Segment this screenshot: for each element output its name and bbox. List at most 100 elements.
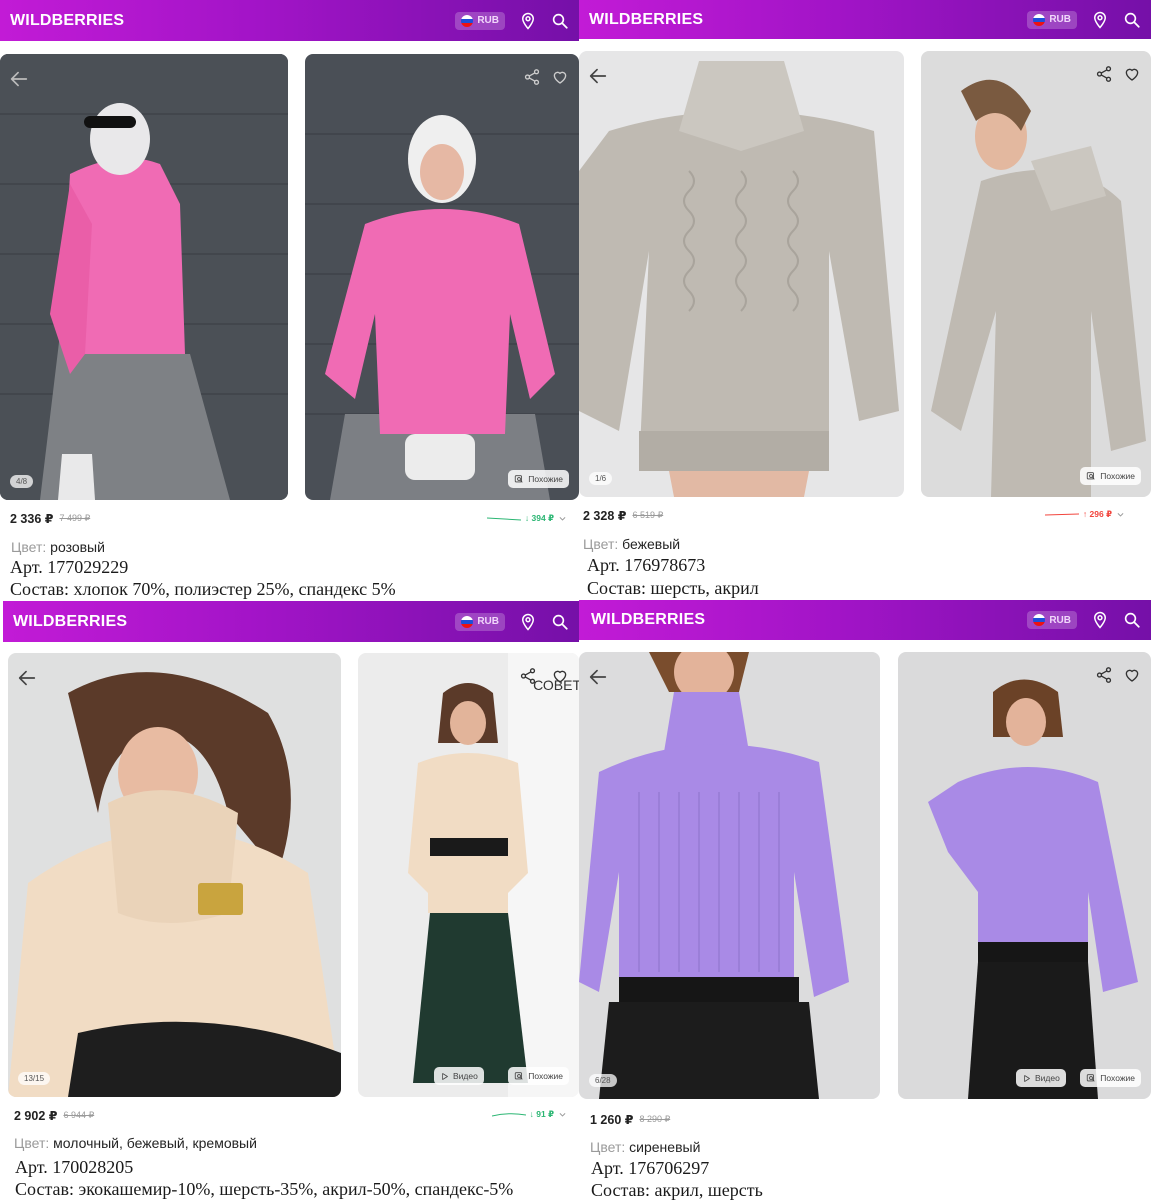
article-number: Арт. 176706297 xyxy=(591,1158,710,1178)
color-line: Цвет: молочный, бежевый, кремовый xyxy=(14,1135,257,1151)
chevron-down-icon xyxy=(1116,510,1125,519)
back-arrow-icon[interactable] xyxy=(587,65,609,87)
price-change: ↓ 91 ₽ xyxy=(529,1109,554,1119)
currency-selector[interactable]: RUB xyxy=(455,11,505,30)
location-icon[interactable] xyxy=(1091,611,1109,629)
overlay-text: СОВЕТ xyxy=(533,677,579,693)
currency-label: RUB xyxy=(477,15,499,26)
product-photo-secondary[interactable]: СОВЕТ Видео Похожие xyxy=(358,653,579,1097)
wildberries-logo[interactable]: WILDBERRIES xyxy=(10,12,124,30)
trend-sparkline xyxy=(486,517,521,520)
heart-icon[interactable] xyxy=(1123,65,1141,83)
color-line: Цвет: розовый xyxy=(11,539,105,555)
wildberries-logo[interactable]: WILDBERRIES xyxy=(589,11,703,29)
similar-button[interactable]: Похожие xyxy=(508,470,569,488)
current-price: 1 260 ₽ xyxy=(590,1112,634,1127)
russia-flag-icon xyxy=(1033,614,1046,626)
currency-selector[interactable]: RUB xyxy=(1027,10,1077,29)
share-icon[interactable] xyxy=(1095,666,1113,684)
photo-cream-sweater-full xyxy=(358,653,579,1097)
currency-label: RUB xyxy=(477,616,499,627)
heart-icon[interactable] xyxy=(1123,666,1141,684)
old-price: 6 944 ₽ xyxy=(63,1109,95,1120)
photo-lilac-sweater-pose xyxy=(898,652,1151,1099)
price-trend[interactable]: ↑ 296 ₽ xyxy=(1044,509,1125,520)
search-icon[interactable] xyxy=(1123,611,1141,629)
back-arrow-icon[interactable] xyxy=(587,666,609,688)
video-button[interactable]: Видео xyxy=(1016,1069,1066,1087)
heart-icon[interactable] xyxy=(551,68,569,86)
photo-pink-sweater-front xyxy=(305,54,579,500)
product-photo-main[interactable]: 6/28 xyxy=(579,652,880,1099)
product-card-cream-sweater: WILDBERRIES RUB 13/15 СОВЕТ Видео Похожи… xyxy=(0,600,579,1200)
similar-button[interactable]: Похожие xyxy=(1080,467,1141,485)
current-price: 2 902 ₽ xyxy=(14,1108,58,1123)
russia-flag-icon xyxy=(461,14,474,27)
trend-sparkline xyxy=(1044,513,1079,515)
product-photo-main[interactable]: 13/15 xyxy=(8,653,341,1097)
photo-counter: 4/8 xyxy=(10,475,34,488)
color-value: розовый xyxy=(50,539,105,555)
color-value: молочный, бежевый, кремовый xyxy=(53,1135,257,1151)
similar-icon xyxy=(1086,471,1096,481)
search-icon[interactable] xyxy=(1123,11,1141,29)
composition: Состав: экокашемир-10%, шерсть-35%, акри… xyxy=(15,1179,514,1199)
article-number: Арт. 176978673 xyxy=(587,555,706,575)
old-price: 8 290 ₽ xyxy=(639,1113,671,1124)
price-row: 1 260 ₽ 8 290 ₽ xyxy=(590,1110,1151,1128)
similar-label: Похожие xyxy=(528,474,563,484)
color-label: Цвет: xyxy=(583,536,619,552)
back-arrow-icon[interactable] xyxy=(8,68,30,90)
product-photo-main[interactable]: 4/8 xyxy=(0,54,288,500)
share-icon[interactable] xyxy=(1095,65,1113,83)
location-icon[interactable] xyxy=(1091,11,1109,29)
chevron-down-icon xyxy=(558,1110,567,1119)
app-header: WILDBERRIES RUB xyxy=(579,0,1151,39)
similar-button[interactable]: Похожие xyxy=(508,1067,569,1085)
share-icon[interactable] xyxy=(523,68,541,86)
currency-selector[interactable]: RUB xyxy=(1027,611,1077,629)
color-line: Цвет: сиреневый xyxy=(590,1139,700,1155)
video-button[interactable]: Видео xyxy=(434,1067,484,1085)
search-icon[interactable] xyxy=(551,12,569,30)
video-label: Видео xyxy=(453,1071,478,1081)
play-icon xyxy=(440,1072,449,1081)
price-change: ↓ 394 ₽ xyxy=(524,513,554,523)
currency-selector[interactable]: RUB xyxy=(455,612,505,631)
location-icon[interactable] xyxy=(519,12,537,30)
wildberries-logo[interactable]: WILDBERRIES xyxy=(13,613,127,631)
location-icon[interactable] xyxy=(519,613,537,631)
similar-icon xyxy=(1086,1073,1096,1083)
play-icon xyxy=(1022,1074,1031,1083)
currency-label: RUB xyxy=(1049,614,1071,626)
photo-cream-sweater-close xyxy=(8,653,341,1097)
photo-pink-sweater-side xyxy=(0,54,288,500)
article-number: Арт. 170028205 xyxy=(15,1157,134,1177)
price-trend[interactable]: ↓ 91 ₽ xyxy=(491,1109,567,1120)
product-photo-secondary[interactable]: Похожие xyxy=(305,54,579,500)
color-value: бежевый xyxy=(622,536,681,552)
composition: Состав: акрил, шерсть xyxy=(591,1180,763,1200)
article-number: Арт. 177029229 xyxy=(10,557,129,577)
product-photo-secondary[interactable]: Видео Похожие xyxy=(898,652,1151,1099)
current-price: 2 328 ₽ xyxy=(583,508,627,523)
back-arrow-icon[interactable] xyxy=(16,667,38,689)
currency-label: RUB xyxy=(1049,14,1071,25)
product-card-pink-sweater: WILDBERRIES RUB 4/8 Похожие 2 336 ₽ 7 49… xyxy=(0,0,579,600)
similar-button[interactable]: Похожие xyxy=(1080,1069,1141,1087)
similar-label: Похожие xyxy=(1100,1073,1135,1083)
russia-flag-icon xyxy=(1033,13,1046,26)
wildberries-logo[interactable]: WILDBERRIES xyxy=(591,611,705,629)
app-header: WILDBERRIES RUB xyxy=(579,600,1151,640)
product-photo-secondary[interactable]: Похожие xyxy=(921,51,1151,497)
search-icon[interactable] xyxy=(551,613,569,631)
russia-flag-icon xyxy=(461,615,474,628)
price-trend[interactable]: ↓ 394 ₽ xyxy=(486,513,567,524)
color-label: Цвет: xyxy=(590,1139,626,1155)
product-card-lilac-sweater: WILDBERRIES RUB 6/28 Видео Похожие 1 260… xyxy=(579,600,1151,1200)
photo-counter: 6/28 xyxy=(589,1074,617,1087)
chevron-down-icon xyxy=(558,514,567,523)
similar-icon xyxy=(514,474,524,484)
product-photo-main[interactable]: 1/6 xyxy=(579,51,904,497)
photo-grey-sweater-pose xyxy=(921,51,1151,497)
